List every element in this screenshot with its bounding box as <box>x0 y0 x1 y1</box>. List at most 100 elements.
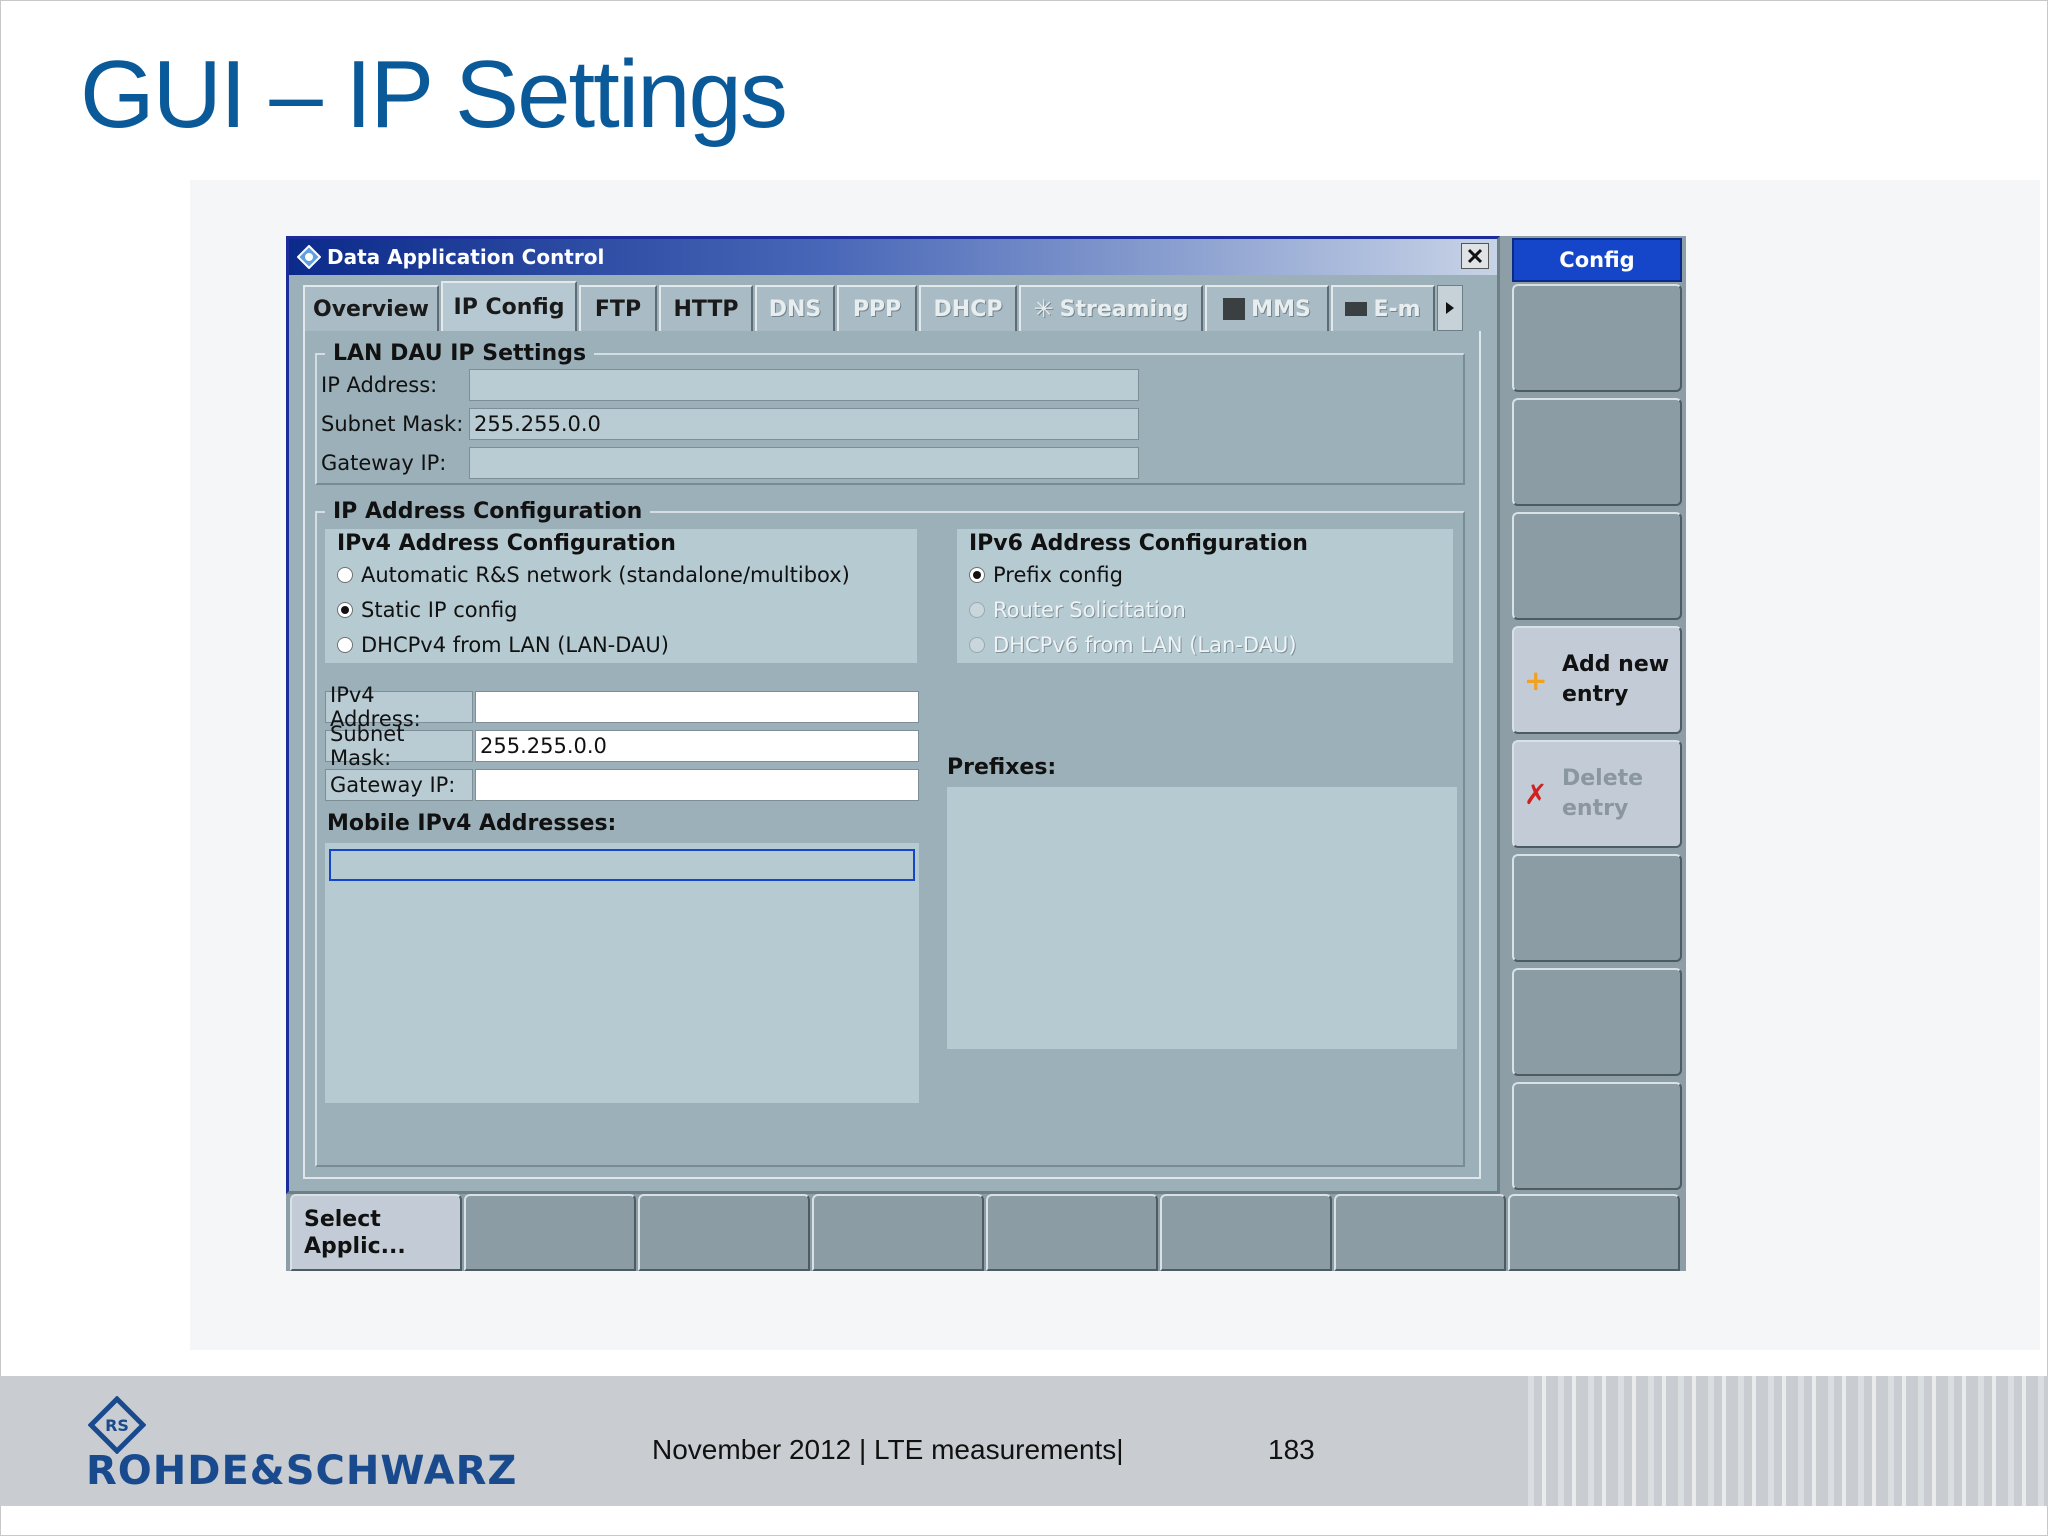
ipv4-option-static[interactable]: Static IP config <box>337 598 518 622</box>
config-softkey-header: Config <box>1512 238 1682 282</box>
bottom-softkey-5[interactable] <box>986 1194 1158 1271</box>
softkey-2[interactable] <box>1512 398 1682 506</box>
ipv6-config-panel: IPv6 Address Configuration Prefix config… <box>957 529 1453 663</box>
tab-mms-label: MMS <box>1251 296 1311 322</box>
ipv4-address-field[interactable] <box>475 691 919 723</box>
radio-button-disabled[interactable] <box>969 602 985 618</box>
lan-ip-field[interactable] <box>469 369 1139 401</box>
close-icon <box>1467 248 1483 264</box>
radio-button[interactable] <box>337 637 353 653</box>
softkey-1[interactable] <box>1512 284 1682 392</box>
streaming-icon: ✳ <box>1033 295 1054 323</box>
add-entry-line2: entry <box>1562 682 1629 707</box>
tab-http[interactable]: HTTP <box>659 285 753 331</box>
radio-button-selected[interactable] <box>969 567 985 583</box>
lan-gateway-label: Gateway IP: <box>321 451 447 475</box>
ipv4-option-dhcp[interactable]: DHCPv4 from LAN (LAN-DAU) <box>337 633 669 657</box>
ipv6-option-dhcp[interactable]: DHCPv6 from LAN (Lan-DAU) <box>969 633 1297 657</box>
mms-icon <box>1223 298 1246 320</box>
window-title: Data Application Control <box>327 245 605 269</box>
ipv4-option-static-label: Static IP config <box>361 598 518 622</box>
tab-mms[interactable]: MMS <box>1205 285 1329 331</box>
rs-diamond-icon <box>297 245 321 269</box>
tab-streaming[interactable]: ✳ Streaming <box>1019 285 1203 331</box>
select-application-button[interactable]: Select Applic... <box>290 1194 462 1271</box>
tab-overview[interactable]: Overview <box>303 285 439 331</box>
chevron-right-icon <box>1446 302 1454 314</box>
bottom-softkey-2[interactable] <box>464 1194 636 1271</box>
add-new-entry-button[interactable]: + Add new entry <box>1512 626 1682 734</box>
prefixes-label: Prefixes: <box>947 755 1057 780</box>
ipv4-gateway-label: Gateway IP: <box>325 769 473 801</box>
ipv4-option-dhcp-label: DHCPv4 from LAN (LAN-DAU) <box>361 633 669 657</box>
rohde-schwarz-logo-icon: RS <box>88 1396 146 1454</box>
plus-icon: + <box>1524 663 1548 697</box>
mobile-ipv4-entry-field[interactable] <box>329 849 915 881</box>
ipv4-option-automatic-label: Automatic R&S network (standalone/multib… <box>361 563 850 587</box>
select-app-line1: Select <box>304 1207 381 1232</box>
page-number: 183 <box>1268 1434 1315 1465</box>
ipv4-mask-label: Subnet Mask: <box>325 722 473 770</box>
close-button[interactable] <box>1461 243 1489 269</box>
ipv6-option-router[interactable]: Router Solicitation <box>969 598 1186 622</box>
ipv6-option-prefix-label: Prefix config <box>993 563 1123 587</box>
delete-entry-button[interactable]: ✗ Delete entry <box>1512 740 1682 848</box>
lan-dau-title: LAN DAU IP Settings <box>325 341 595 366</box>
tab-scroll-button[interactable] <box>1437 285 1463 331</box>
brand-name: ROHDE&SCHWARZ <box>86 1448 518 1494</box>
ip-address-config-title: IP Address Configuration <box>325 499 651 524</box>
bottom-softkey-8[interactable] <box>1508 1194 1680 1271</box>
tab-ppp[interactable]: PPP <box>837 285 917 331</box>
data-application-control-window: Data Application Control Overview IP Con… <box>286 236 1500 1194</box>
email-icon <box>1345 302 1368 316</box>
ipv6-option-dhcp-label: DHCPv6 from LAN (Lan-DAU) <box>993 633 1297 657</box>
lan-dau-group: LAN DAU IP Settings IP Address: Subnet M… <box>315 341 1465 485</box>
tab-dns[interactable]: DNS <box>755 285 835 331</box>
footer-stripes <box>1528 1376 2048 1506</box>
ip-config-panel: LAN DAU IP Settings IP Address: Subnet M… <box>303 331 1481 1179</box>
ipv6-option-router-label: Router Solicitation <box>993 598 1186 622</box>
lan-mask-label: Subnet Mask: <box>321 412 464 436</box>
ipv6-option-prefix[interactable]: Prefix config <box>969 563 1123 587</box>
bottom-softkey-6[interactable] <box>1160 1194 1332 1271</box>
ipv4-config-panel: IPv4 Address Configuration Automatic R&S… <box>325 529 917 663</box>
instrument-screen: Data Application Control Overview IP Con… <box>286 236 1686 1271</box>
slide-title: GUI – IP Settings <box>80 41 788 148</box>
ip-address-config-group: IP Address Configuration IPv4 Address Co… <box>315 499 1465 1167</box>
tab-dhcp[interactable]: DHCP <box>919 285 1017 331</box>
bottom-softkey-4[interactable] <box>812 1194 984 1271</box>
tab-ip-config[interactable]: IP Config <box>441 281 577 331</box>
prefixes-list[interactable] <box>947 787 1457 1049</box>
lan-ip-label: IP Address: <box>321 373 438 397</box>
lan-gateway-field[interactable] <box>469 447 1139 479</box>
softkey-8[interactable] <box>1512 1082 1682 1190</box>
tab-streaming-label: Streaming <box>1059 296 1189 322</box>
tab-email[interactable]: E-m <box>1331 285 1435 331</box>
ipv4-mask-field[interactable]: 255.255.0.0 <box>475 730 919 762</box>
ipv4-option-automatic[interactable]: Automatic R&S network (standalone/multib… <box>337 563 850 587</box>
ipv4-gateway-field[interactable] <box>475 769 919 801</box>
radio-button[interactable] <box>337 567 353 583</box>
delete-x-icon: ✗ <box>1524 777 1548 811</box>
footer-text: November 2012 | LTE measurements| <box>652 1434 1124 1465</box>
tab-email-label: E-m <box>1373 296 1421 322</box>
window-titlebar: Data Application Control <box>289 239 1497 275</box>
svg-text:RS: RS <box>105 1416 129 1435</box>
ipv4-config-title: IPv4 Address Configuration <box>337 531 676 556</box>
lan-mask-field[interactable]: 255.255.0.0 <box>469 408 1139 440</box>
mobile-ipv4-list <box>325 843 919 1103</box>
softkey-7[interactable] <box>1512 968 1682 1076</box>
select-app-line2: Applic... <box>304 1234 406 1259</box>
ipv4-address-label: IPv4 Address: <box>325 683 473 731</box>
bottom-softkey-7[interactable] <box>1334 1194 1506 1271</box>
radio-button-selected[interactable] <box>337 602 353 618</box>
add-entry-line1: Add new <box>1562 652 1670 677</box>
mobile-ipv4-label: Mobile IPv4 Addresses: <box>327 811 617 836</box>
softkey-6[interactable] <box>1512 854 1682 962</box>
tab-bar: Overview IP Config FTP HTTP DNS PPP DHCP… <box>303 281 1483 331</box>
delete-entry-line1: Delete <box>1562 766 1644 791</box>
softkey-3[interactable] <box>1512 512 1682 620</box>
bottom-softkey-3[interactable] <box>638 1194 810 1271</box>
radio-button-disabled[interactable] <box>969 637 985 653</box>
tab-ftp[interactable]: FTP <box>579 285 657 331</box>
